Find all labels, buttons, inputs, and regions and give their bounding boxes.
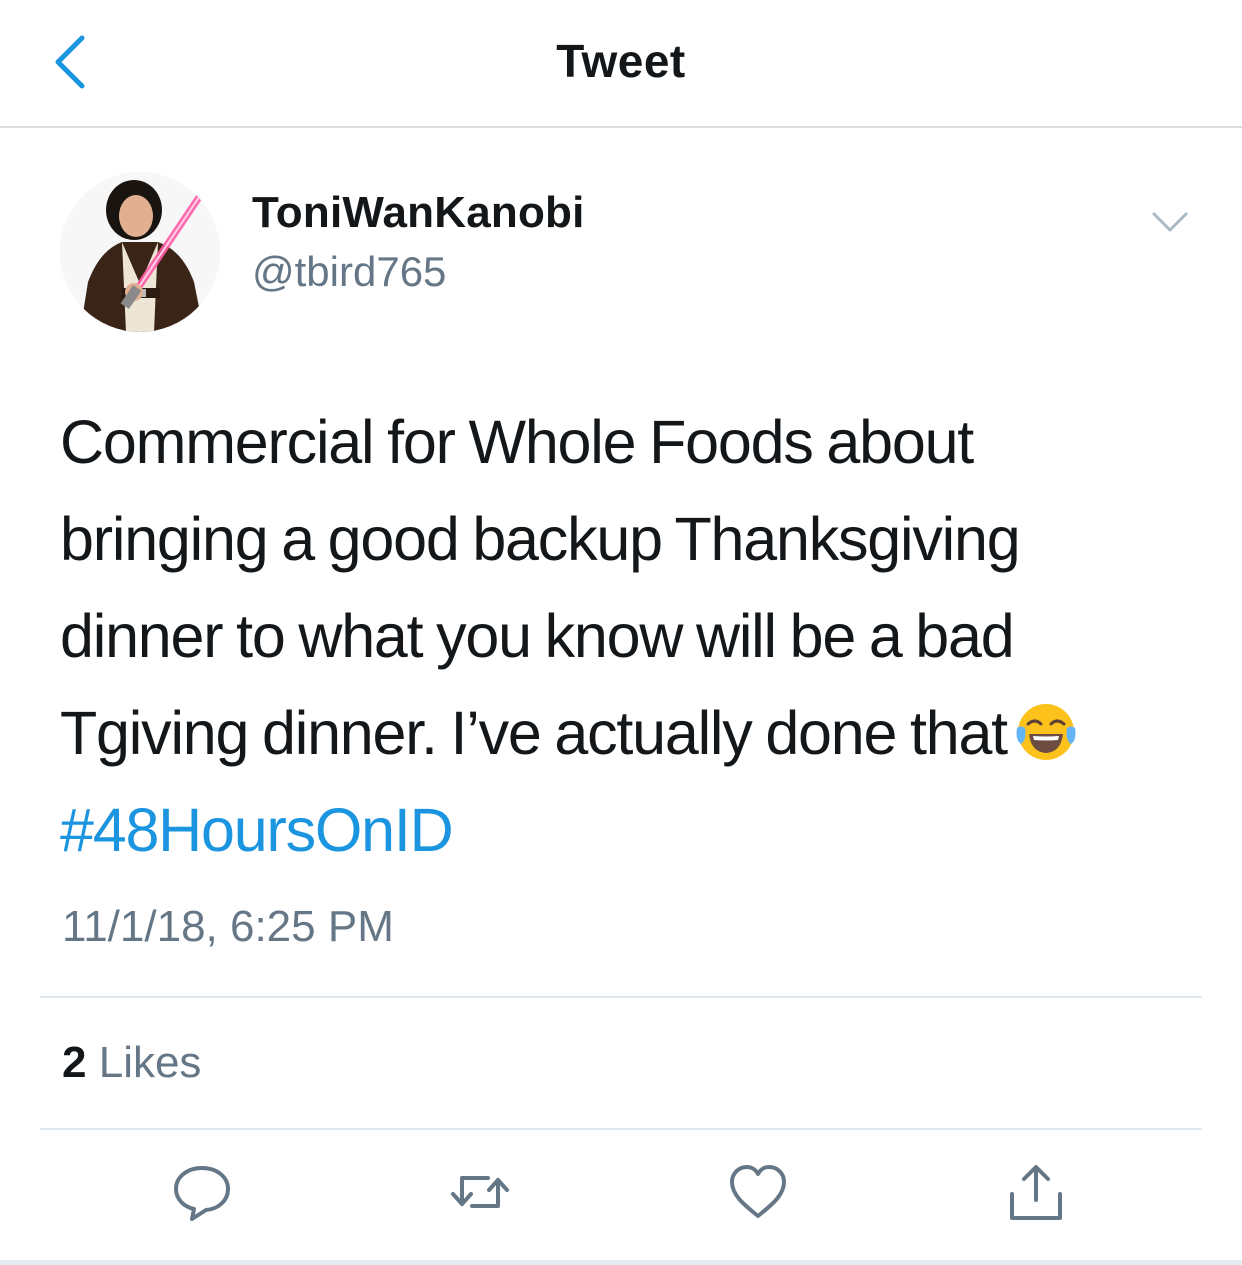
retweet-button[interactable] <box>448 1160 512 1224</box>
tweet-timestamp: 11/1/18, 6:25 PM <box>62 902 394 951</box>
bottom-border <box>0 1260 1242 1265</box>
share-icon <box>1010 1165 1062 1220</box>
avatar-jedi-costume <box>60 172 220 332</box>
retweet-icon <box>451 1176 509 1208</box>
more-options-button[interactable] <box>1148 200 1192 244</box>
likes-label: Likes <box>98 1038 202 1087</box>
like-button[interactable] <box>726 1160 790 1224</box>
likes-count: 2 <box>62 1038 87 1087</box>
like-icon <box>730 1165 786 1218</box>
reply-icon <box>174 1166 230 1221</box>
author-display-name[interactable]: ToniWanKanobi <box>252 188 585 238</box>
reply-button[interactable] <box>170 1160 234 1224</box>
navigation-bar: Tweet <box>0 0 1242 128</box>
tweet-body: Commercial for Whole Foods about bringin… <box>60 394 1190 879</box>
hashtag-link[interactable]: #48HoursOnID <box>60 782 454 879</box>
avatar[interactable] <box>60 172 220 332</box>
tweet-text: Commercial for Whole Foods about bringin… <box>60 408 1021 767</box>
likes-stat[interactable]: 2 Likes <box>62 1038 201 1088</box>
share-button[interactable] <box>1004 1160 1068 1224</box>
face-with-tears-of-joy-icon <box>1013 695 1079 761</box>
divider <box>40 996 1202 998</box>
divider <box>40 1128 1202 1130</box>
page-title: Tweet <box>556 35 686 87</box>
chevron-down-icon <box>1152 212 1188 232</box>
author-handle[interactable]: @tbird765 <box>252 248 446 296</box>
